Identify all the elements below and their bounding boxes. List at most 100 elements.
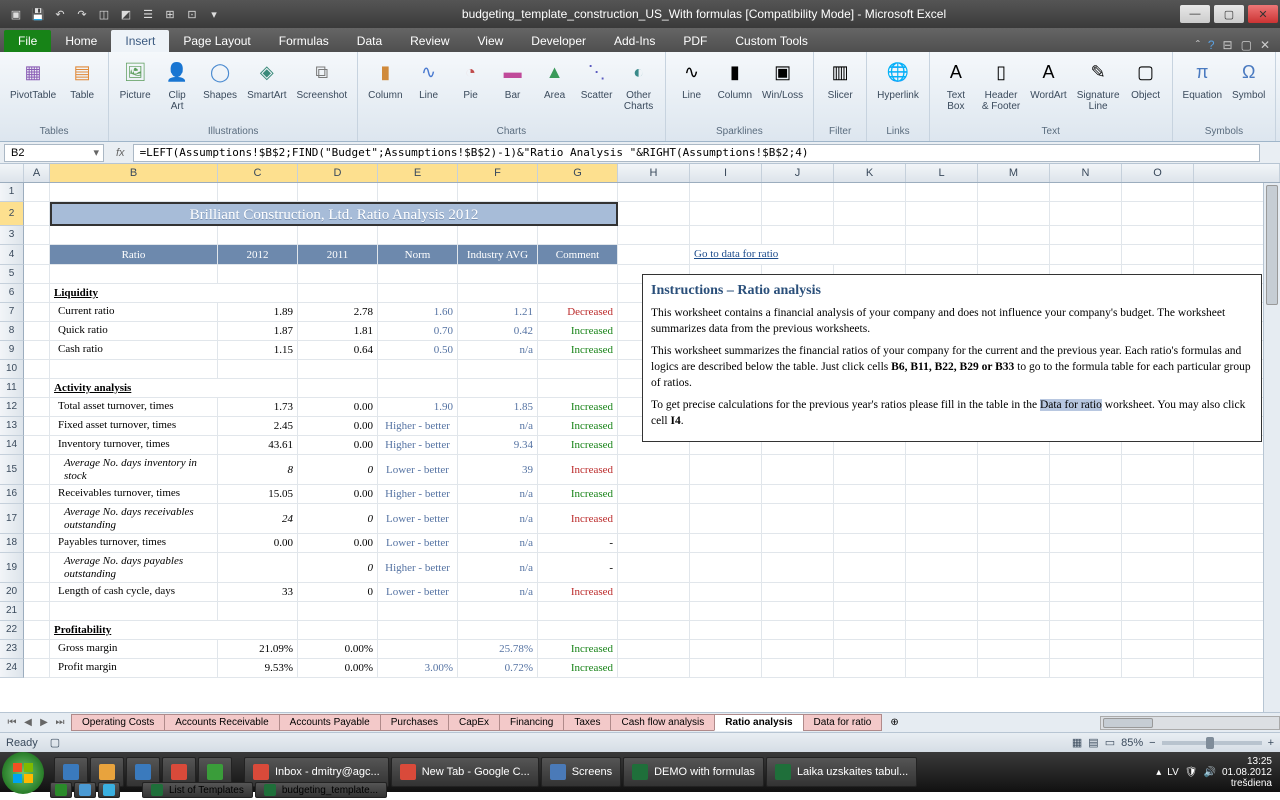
ratio-label[interactable]: Average No. days inventory in stock (50, 455, 218, 485)
cell[interactable] (1050, 602, 1122, 621)
row-header[interactable]: 15 (0, 455, 24, 485)
cell[interactable] (24, 602, 50, 621)
norm-cell[interactable]: 0.50 (378, 341, 458, 360)
goto-data-link[interactable]: Go to data for ratio (690, 245, 906, 265)
cell[interactable] (618, 534, 690, 553)
norm-cell[interactable]: Higher - better (378, 553, 458, 583)
cell[interactable] (458, 379, 538, 398)
taskbar-window[interactable]: budgeting_template... (255, 782, 387, 798)
norm-cell[interactable]: Lower - better (378, 534, 458, 553)
norm-cell[interactable]: Lower - better (378, 583, 458, 602)
industry-cell[interactable]: n/a (458, 553, 538, 583)
cell[interactable] (298, 226, 378, 245)
cell[interactable] (24, 341, 50, 360)
cell[interactable] (1122, 640, 1194, 659)
row-header[interactable]: 11 (0, 379, 24, 398)
cell[interactable] (834, 534, 906, 553)
cell[interactable] (538, 284, 618, 303)
industry-cell[interactable]: n/a (458, 504, 538, 534)
cell[interactable] (690, 202, 762, 226)
cell[interactable] (978, 202, 1050, 226)
comment-cell[interactable]: Increased (538, 398, 618, 417)
cell[interactable] (834, 183, 906, 202)
cell[interactable] (834, 640, 906, 659)
row-header[interactable]: 19 (0, 553, 24, 583)
row-header[interactable]: 14 (0, 436, 24, 455)
ratio-label[interactable]: Gross margin (50, 640, 218, 659)
ribbon-smartart-button[interactable]: ◈SmartArt (243, 54, 290, 103)
vertical-scrollbar[interactable] (1263, 183, 1280, 712)
sheet-last-icon[interactable]: ⏭ (52, 715, 68, 731)
sheet-tab[interactable]: Taxes (563, 714, 611, 731)
cell[interactable] (618, 602, 690, 621)
cell[interactable] (834, 455, 906, 485)
cell[interactable] (690, 659, 762, 678)
cell[interactable] (378, 265, 458, 284)
ribbon-tab-data[interactable]: Data (343, 30, 396, 52)
cell[interactable] (1050, 455, 1122, 485)
cell[interactable] (50, 360, 218, 379)
value-cell[interactable]: 1.87 (218, 322, 298, 341)
ribbon-tab-page-layout[interactable]: Page Layout (169, 30, 264, 52)
cell[interactable] (50, 183, 218, 202)
new-sheet-icon[interactable]: ⊕ (882, 717, 906, 728)
taskbar-pin[interactable] (50, 782, 72, 798)
norm-cell[interactable]: 3.00% (378, 659, 458, 678)
norm-cell[interactable]: 0.70 (378, 322, 458, 341)
row-header[interactable]: 22 (0, 621, 24, 640)
sheet-tab[interactable]: Operating Costs (71, 714, 165, 731)
cell[interactable] (762, 226, 834, 245)
cell[interactable] (50, 265, 218, 284)
sheet-tab[interactable]: Data for ratio (803, 714, 883, 731)
cell[interactable] (906, 659, 978, 678)
sheet-tab[interactable]: Cash flow analysis (610, 714, 715, 731)
industry-cell[interactable]: 1.85 (458, 398, 538, 417)
row-header[interactable]: 10 (0, 360, 24, 379)
cell[interactable] (762, 485, 834, 504)
cell[interactable] (1050, 659, 1122, 678)
cell[interactable] (1050, 226, 1122, 245)
section-header[interactable]: Activity analysis (50, 379, 298, 398)
ribbon-clipart-button[interactable]: 👤ClipArt (157, 54, 197, 114)
cell[interactable] (1122, 602, 1194, 621)
ratio-label[interactable]: Inventory turnover, times (50, 436, 218, 455)
cell[interactable] (24, 553, 50, 583)
industry-cell[interactable]: n/a (458, 534, 538, 553)
norm-cell[interactable]: Higher - better (378, 436, 458, 455)
value-cell[interactable]: 0.00 (298, 485, 378, 504)
row-header[interactable]: 2 (0, 202, 24, 226)
sheet-tab[interactable]: Purchases (380, 714, 449, 731)
cell[interactable] (24, 398, 50, 417)
cell[interactable] (1050, 583, 1122, 602)
cell[interactable] (618, 485, 690, 504)
value-cell[interactable]: 0.00% (298, 659, 378, 678)
ribbon-tab-add-ins[interactable]: Add-Ins (600, 30, 669, 52)
cell[interactable] (298, 602, 378, 621)
ribbon-other-button[interactable]: ◐OtherCharts (619, 54, 659, 114)
ribbon-tab-formulas[interactable]: Formulas (265, 30, 343, 52)
row-header[interactable]: 4 (0, 245, 24, 265)
cell[interactable] (834, 504, 906, 534)
industry-cell[interactable]: 0.42 (458, 322, 538, 341)
industry-cell[interactable]: n/a (458, 341, 538, 360)
cell[interactable] (618, 583, 690, 602)
value-cell[interactable]: 0.00% (298, 640, 378, 659)
row-header[interactable]: 23 (0, 640, 24, 659)
cell[interactable] (906, 553, 978, 583)
cell[interactable] (378, 602, 458, 621)
table-header-cell[interactable]: 2011 (298, 245, 378, 265)
value-cell[interactable]: 9.53% (218, 659, 298, 678)
cell[interactable] (378, 621, 458, 640)
cell[interactable] (690, 553, 762, 583)
cell[interactable] (978, 455, 1050, 485)
ribbon-swl-button[interactable]: ▣Win/Loss (758, 54, 807, 103)
cell[interactable] (218, 602, 298, 621)
cell[interactable] (906, 455, 978, 485)
value-cell[interactable]: 21.09% (218, 640, 298, 659)
value-cell[interactable] (218, 553, 298, 583)
cell[interactable] (690, 621, 762, 640)
cell[interactable] (298, 183, 378, 202)
cell[interactable] (1122, 455, 1194, 485)
sheet-tab[interactable]: Ratio analysis (714, 714, 803, 731)
qat-icon[interactable]: ◫ (96, 6, 112, 22)
